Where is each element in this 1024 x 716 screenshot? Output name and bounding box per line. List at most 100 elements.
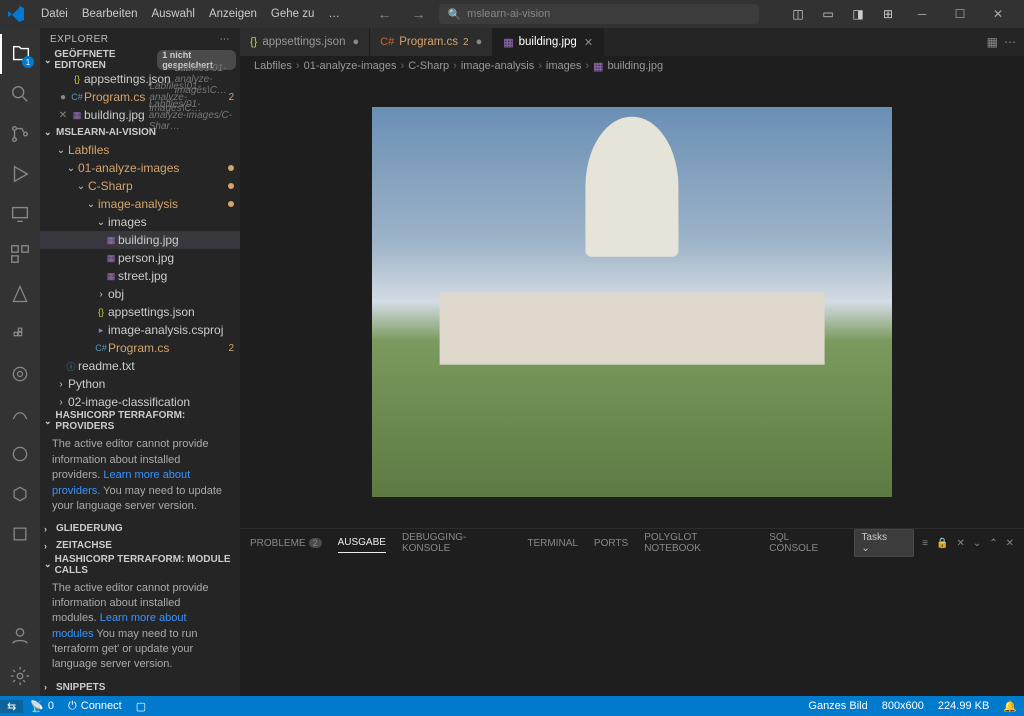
layout-panel-icon[interactable]: ▭ [814,3,842,25]
chevron-right-icon: › [44,682,54,692]
editor-tab[interactable]: {}appsettings.json● [240,28,370,56]
tree-item[interactable]: ▦building.jpg [40,231,240,249]
nav-back-icon[interactable]: ← [371,4,397,24]
section-outline[interactable]: › GLIEDERUNG [40,520,240,537]
command-center-search[interactable]: 🔍 mslearn-ai-vision [439,4,759,24]
tree-item[interactable]: ⓘreadme.txt [40,357,240,375]
tree-item[interactable]: ⌄image-analysis [40,195,240,213]
customize-layout-icon[interactable]: ⊞ [874,3,902,25]
close-icon[interactable]: ✕ [584,36,593,49]
panel-tab-debugging-konsole[interactable]: DEBUGGING-KONSOLE [402,528,511,558]
tree-item[interactable]: C#Program.cs2 [40,339,240,357]
activity-bar: 1 [0,28,40,696]
section-snippets[interactable]: › SNIPPETS [40,679,240,696]
editor-tab[interactable]: ▦building.jpg✕ [493,28,604,56]
activity-explorer[interactable]: 1 [0,34,40,74]
breadcrumb-item[interactable]: C-Sharp [408,60,449,72]
menu-datei[interactable]: Datei [34,4,75,24]
panel-tab-ausgabe[interactable]: AUSGABE [338,533,386,553]
status-remote[interactable]: ⇆ [0,700,23,713]
breadcrumb[interactable]: Labfiles›01-analyze-images›C-Sharp›image… [240,56,1024,76]
status-misc[interactable]: ▢ [129,700,153,713]
menu-gehe zu[interactable]: Gehe zu [264,4,321,24]
section-providers[interactable]: ⌄ HASHICORP TERRAFORM: PROVIDERS [40,411,240,431]
menu-auswahl[interactable]: Auswahl [144,4,201,24]
window-close-icon[interactable]: ✕ [980,0,1016,28]
activity-settings[interactable] [0,656,40,696]
layout-sidebar-left-icon[interactable]: ◫ [784,3,812,25]
tree-item[interactable]: ⌄Labfiles [40,141,240,159]
remote-icon: ⇆ [7,700,16,713]
activity-misc-2[interactable] [0,394,40,434]
window-maximize-icon[interactable]: ☐ [942,0,978,28]
activity-docker[interactable] [0,314,40,354]
status-info[interactable]: Ganzes Bild [801,700,874,713]
activity-misc-3[interactable] [0,434,40,474]
more-icon[interactable]: ⋯ [220,34,231,45]
breadcrumb-item[interactable]: images [546,60,581,72]
tree-item[interactable]: ▦person.jpg [40,249,240,267]
clear-icon[interactable]: ✕ [956,538,964,549]
close-panel-icon[interactable]: ✕ [1006,538,1014,549]
tree-item[interactable]: ›02-image-classification [40,393,240,411]
chevron-right-icon: › [44,524,54,534]
panel-tab-terminal[interactable]: TERMINAL [527,534,578,553]
tree-item[interactable]: ›obj [40,285,240,303]
modified-dot-icon[interactable]: ● [352,36,359,48]
panel-tab-probleme[interactable]: PROBLEME2 [250,534,322,553]
activity-account[interactable] [0,616,40,656]
chevron-down-icon[interactable]: ⌄ [973,538,981,549]
panel-tab-polyglot notebook[interactable]: POLYGLOT NOTEBOOK [644,528,753,558]
tree-item[interactable]: ▸image-analysis.csproj [40,321,240,339]
activity-misc-5[interactable] [0,514,40,554]
antenna-icon: 📡 [30,700,44,713]
providers-message: The active editor cannot provide informa… [40,431,240,520]
tree-item[interactable]: ⌄C-Sharp [40,177,240,195]
status-info[interactable]: 224.99 KB [931,700,996,713]
lock-icon[interactable]: 🔒 [936,538,948,549]
layout-sidebar-right-icon[interactable]: ◨ [844,3,872,25]
tree-item[interactable]: ⌄01-analyze-images [40,159,240,177]
chevron-up-icon[interactable]: ⌃ [989,538,997,549]
activity-misc-1[interactable] [0,354,40,394]
tree-item[interactable]: {}appsettings.json [40,303,240,321]
status-ports[interactable]: 📡0 [23,700,61,713]
activity-misc-4[interactable] [0,474,40,514]
section-label: HASHICORP TERRAFORM: PROVIDERS [55,410,236,432]
section-modules[interactable]: ⌄ HASHICORP TERRAFORM: MODULE CALLS [40,555,240,575]
menu-…[interactable]: … [321,4,347,24]
breadcrumb-item[interactable]: building.jpg [607,60,663,72]
activity-run-debug[interactable] [0,154,40,194]
image-viewer[interactable] [240,76,1024,528]
panel-tab-sql console[interactable]: SQL CONSOLE [769,528,838,558]
more-icon[interactable]: ⋯ [1004,35,1016,49]
status-notifications[interactable]: 🔔 [996,700,1024,713]
task-select[interactable]: Tasks ⌄ [854,529,914,557]
activity-source-control[interactable] [0,114,40,154]
activity-azure[interactable] [0,274,40,314]
breadcrumb-item[interactable]: image-analysis [461,60,534,72]
status-info[interactable]: 800x600 [875,700,931,713]
tree-item[interactable]: ▦street.jpg [40,267,240,285]
split-editor-icon[interactable]: ▦ [987,35,998,49]
editor-tab[interactable]: C#Program.cs2● [370,28,493,56]
panel-tab-ports[interactable]: PORTS [594,534,628,553]
section-timeline[interactable]: › ZEITACHSE [40,537,240,554]
activity-extensions[interactable] [0,234,40,274]
activity-remote[interactable] [0,194,40,234]
open-editor-item[interactable]: ✕▦ building.jpgLabfiles/01-analyze-image… [40,106,240,124]
tree-item[interactable]: ⌄images [40,213,240,231]
status-connect[interactable]: ⏻Connect [61,700,129,713]
search-placeholder: mslearn-ai-vision [467,8,550,20]
list-icon[interactable]: ≡ [922,538,928,549]
section-label: GLIEDERUNG [56,523,123,534]
breadcrumb-item[interactable]: Labfiles [254,60,292,72]
menu-bearbeiten[interactable]: Bearbeiten [75,4,145,24]
window-minimize-icon[interactable]: ─ [904,0,940,28]
tree-item[interactable]: ›Python [40,375,240,393]
modified-dot-icon[interactable]: ● [476,36,483,48]
activity-search[interactable] [0,74,40,114]
menu-anzeigen[interactable]: Anzeigen [202,4,264,24]
nav-forward-icon[interactable]: → [405,4,431,24]
breadcrumb-item[interactable]: 01-analyze-images [304,60,397,72]
